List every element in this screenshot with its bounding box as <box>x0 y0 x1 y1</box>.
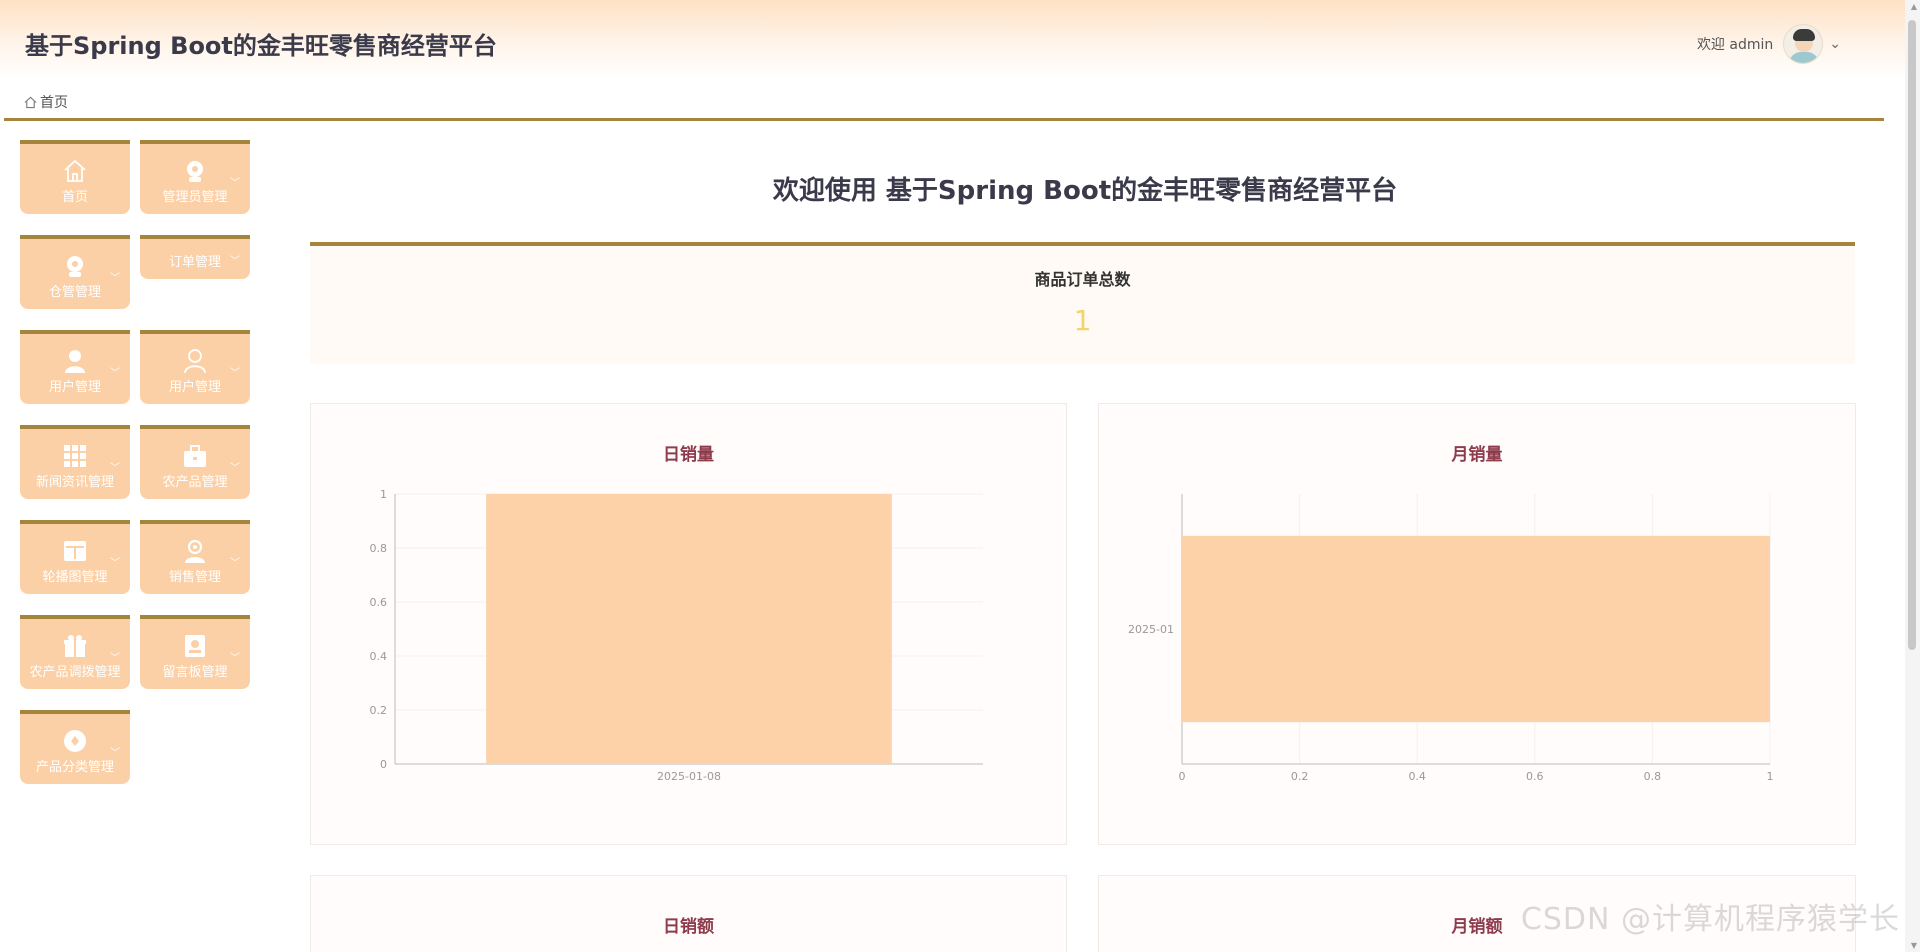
sidebar-item-warehouse-keeper[interactable]: 仓管管理 ﹀ <box>20 235 130 309</box>
sidebar-item-sales[interactable]: 销售管理 ﹀ <box>140 520 250 594</box>
chevron-down-icon: ﹀ <box>230 653 240 664</box>
watermark: CSDN @计算机程序猿学长 <box>1520 902 1900 937</box>
top-header: 基于Spring Boot的金丰旺零售商经营平台 欢迎 admin ⌄ <box>0 0 1905 80</box>
sidebar-item-agri-transfer[interactable]: 农产品调拨管理 ﹀ <box>20 615 130 689</box>
sidebar-item-order[interactable]: 订单管理 ﹀ <box>140 235 250 279</box>
chevron-down-icon: ﹀ <box>230 558 240 569</box>
daily-sales-chart-card: 日销量 0 0.2 0.4 0.6 0.8 1 2025-01-08 <box>310 403 1067 845</box>
sidebar-item-user-a[interactable]: 用户管理 ﹀ <box>20 330 130 404</box>
divider <box>4 118 1884 121</box>
category-icon <box>64 730 86 752</box>
admin-icon <box>187 161 203 182</box>
y-tick-label: 1 <box>380 488 387 501</box>
sidebar-item-home[interactable]: 首页 <box>20 140 130 214</box>
avatar[interactable] <box>1783 24 1824 64</box>
chevron-down-icon: ﹀ <box>110 558 120 569</box>
sidebar-item-message-board[interactable]: 留言板管理 ﹀ <box>140 615 250 689</box>
app-title: 基于Spring Boot的金丰旺零售商经营平台 <box>25 32 497 60</box>
sidebar-item-product-category[interactable]: 产品分类管理 ﹀ <box>20 710 130 784</box>
sidebar-item-agri-product[interactable]: 农产品管理 ﹀ <box>140 425 250 499</box>
y-tick-label: 0.2 <box>370 704 388 717</box>
y-tick-label: 0.8 <box>370 542 388 555</box>
chevron-down-icon: ﹀ <box>110 653 120 664</box>
home-icon <box>24 96 37 108</box>
order-total-stat: 商品订单总数 1 <box>310 242 1855 364</box>
chevron-down-icon: ﹀ <box>230 463 240 474</box>
gift-icon <box>64 635 86 657</box>
daily-revenue-chart-card: 日销额 <box>310 875 1067 952</box>
x-tick-label: 1 <box>1767 770 1774 783</box>
monthly-sales-chart-card: 月销量 0 0.2 0.4 0.6 0.8 1 2025-01 <box>1098 403 1856 845</box>
sidebar-item-news[interactable]: 新闻资讯管理 ﹀ <box>20 425 130 499</box>
briefcase-icon <box>184 445 206 467</box>
welcome-text: 欢迎 admin <box>1696 37 1774 53</box>
page-title: 欢迎使用 基于Spring Boot的金丰旺零售商经营平台 <box>772 176 1398 206</box>
user-menu[interactable]: 欢迎 admin ⌄ <box>1697 22 1841 66</box>
y-tick-label: 0 <box>380 758 387 771</box>
warehouse-user-icon <box>67 256 83 277</box>
scrollbar[interactable]: ▲ ▼ <box>1905 0 1920 952</box>
y-tick-label: 0.6 <box>370 596 388 609</box>
y-tick-label: 2025-01 <box>1128 623 1174 636</box>
stat-label: 商品订单总数 <box>1034 270 1131 289</box>
chart-title: 日销额 <box>663 917 714 937</box>
chart-svg: 0 0.2 0.4 0.6 0.8 1 2025-01-08 <box>370 488 983 783</box>
chevron-down-icon: ﹀ <box>110 368 120 379</box>
scroll-down-icon[interactable]: ▼ <box>1911 941 1917 950</box>
sidebar-item-label: 首页 <box>61 190 88 205</box>
x-tick-label: 0.4 <box>1408 770 1426 783</box>
chevron-down-icon: ﹀ <box>110 273 120 284</box>
chart-svg: 0 0.2 0.4 0.6 0.8 1 2025-01 <box>1128 494 1774 783</box>
sidebar-item-carousel[interactable]: 轮播图管理 ﹀ <box>20 520 130 594</box>
sidebar-item-user-b[interactable]: 用户管理 ﹀ <box>140 330 250 404</box>
breadcrumb: 首页 <box>24 92 68 112</box>
chevron-down-icon: ﹀ <box>230 256 240 267</box>
scroll-up-icon[interactable]: ▲ <box>1911 2 1917 11</box>
chevron-down-icon: ﹀ <box>230 178 240 189</box>
bar <box>486 494 892 764</box>
scroll-thumb[interactable] <box>1908 20 1916 650</box>
chevron-down-icon: ﹀ <box>110 463 120 474</box>
chevron-down-icon: ﹀ <box>110 748 120 759</box>
home-icon <box>64 159 86 182</box>
chevron-down-icon: ﹀ <box>230 368 240 379</box>
x-tick-label: 0.8 <box>1644 770 1662 783</box>
layout-icon <box>64 541 86 561</box>
x-tick-label: 0.2 <box>1291 770 1309 783</box>
breadcrumb-home-link[interactable]: 首页 <box>40 92 68 112</box>
y-tick-label: 0.4 <box>370 650 388 663</box>
stat-value: 1 <box>1073 304 1092 337</box>
x-tick-label: 2025-01-08 <box>657 770 721 783</box>
person-badge-icon <box>185 539 205 563</box>
bar <box>1182 535 1770 723</box>
x-tick-label: 0.6 <box>1526 770 1544 783</box>
x-tick-label: 0 <box>1179 770 1186 783</box>
user-outline-icon <box>184 349 206 374</box>
chevron-down-icon[interactable]: ⌄ <box>1829 36 1841 52</box>
message-board-icon <box>185 635 205 657</box>
user-filled-icon <box>65 350 85 373</box>
sidebar-item-admin[interactable]: 管理员管理 ﹀ <box>140 140 250 214</box>
grid-icon <box>64 445 86 467</box>
